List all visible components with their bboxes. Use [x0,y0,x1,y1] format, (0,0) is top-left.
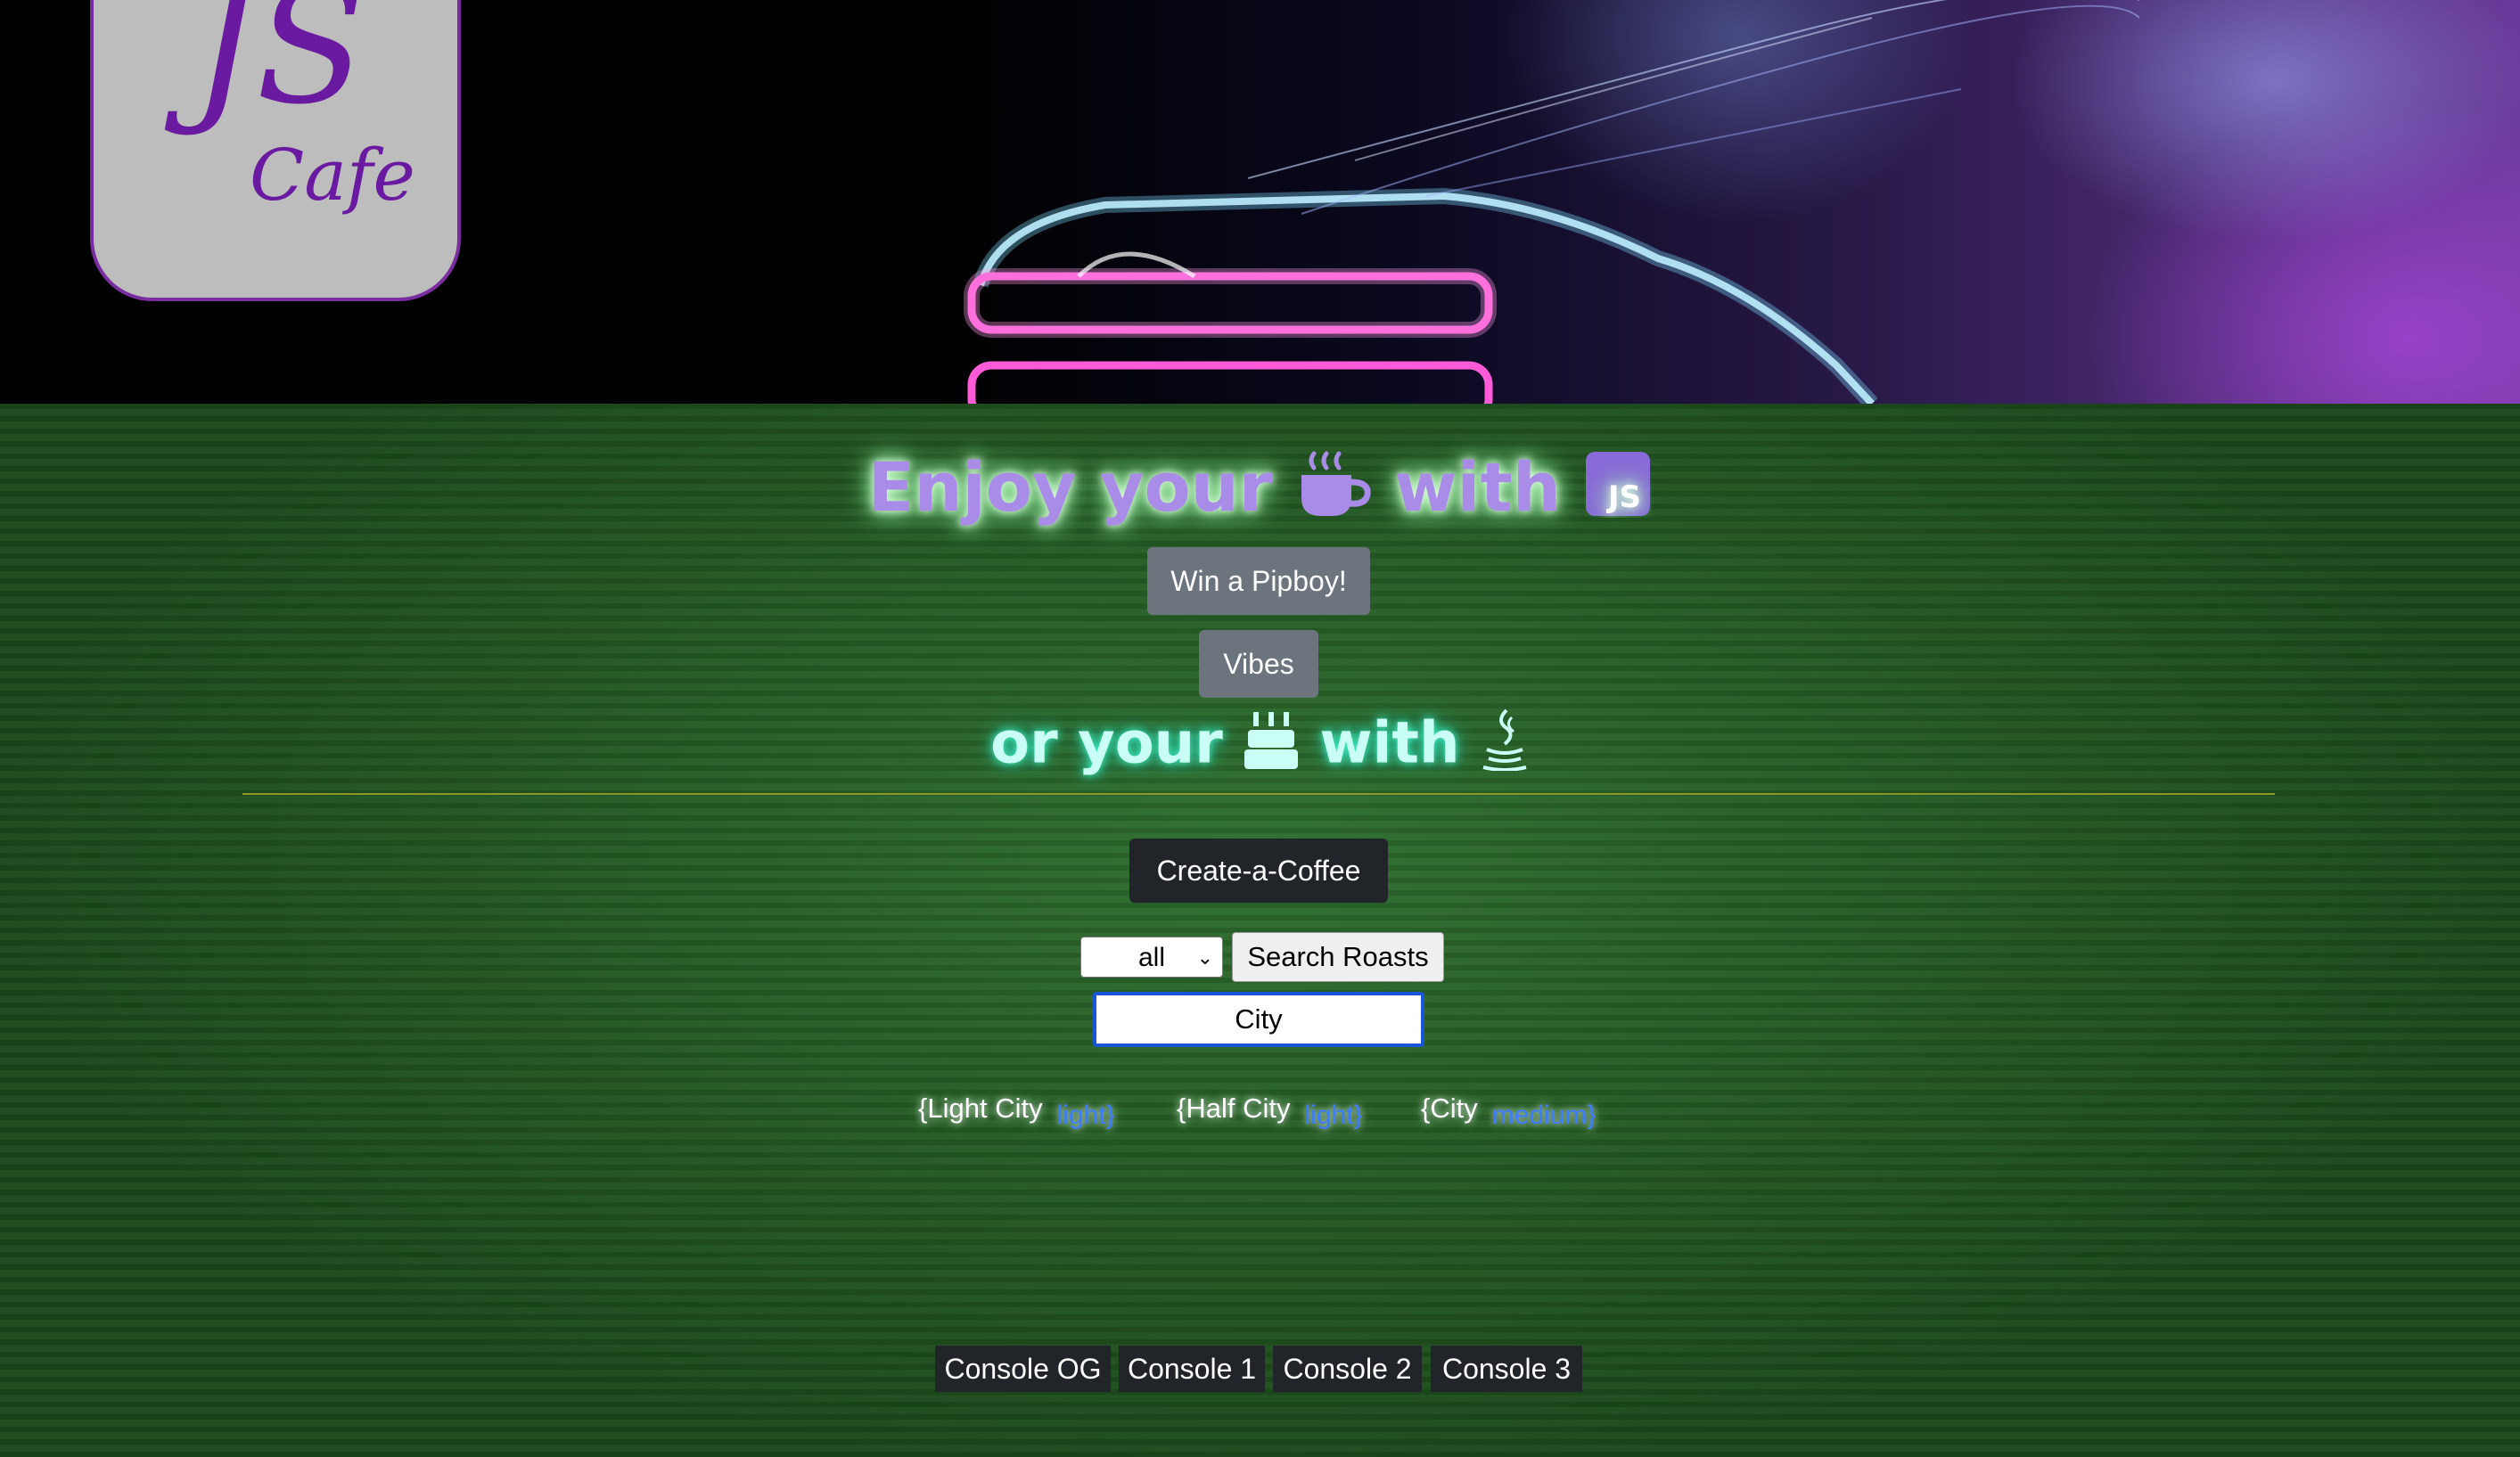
section-divider [242,793,2275,795]
coffee-name: {City [1421,1093,1478,1124]
vibes-button[interactable]: Vibes [1199,630,1318,698]
header-banner: JS Cafe [0,0,2520,404]
headline-java: or your with [0,708,2520,785]
js-badge-icon: JS [1584,450,1652,534]
list-item: {Half City light} [1177,1093,1363,1130]
headline-js: Enjoy your with JS [0,447,2520,536]
headline-java-mid: with [1319,710,1460,777]
console-og-button[interactable]: Console OG [935,1346,1111,1392]
roast-select-value: all [1137,943,1165,972]
coffee-name: {Half City [1177,1093,1291,1124]
create-a-coffee-button[interactable]: Create-a-Coffee [1129,839,1388,903]
list-item: {Light City light} [918,1093,1115,1130]
coffee-roast: light} [1056,1101,1115,1130]
light-streaks [1248,0,2139,215]
list-item: {City medium} [1421,1093,1596,1130]
js-badge-label: JS [1606,479,1641,515]
coffee-roast: light} [1304,1101,1363,1130]
console-1-button[interactable]: Console 1 [1119,1346,1265,1392]
chevron-down-icon: ⌄ [1196,946,1213,969]
coffee-roast: medium} [1491,1101,1597,1130]
console-2-button[interactable]: Console 2 [1273,1346,1422,1392]
logo-cafe-text: Cafe [250,134,415,217]
headline-js-mid: with [1394,447,1561,527]
java-logo-icon [1480,708,1530,785]
roast-select[interactable]: all ⌄ [1080,937,1223,978]
logo-js-text: JS [164,0,365,140]
coffee-list: {Light City light} {Half City light} {City… [0,1093,2520,1146]
console-3-button[interactable]: Console 3 [1431,1346,1582,1392]
coffee-cup-icon [1296,448,1371,536]
coffee-name: {Light City [918,1093,1043,1124]
cake-icon [1243,708,1300,785]
headline-java-pre: or your [990,710,1223,777]
logo-lettering: JS Cafe [164,0,415,217]
headline-js-pre: Enjoy your [867,447,1273,527]
win-pipboy-button[interactable]: Win a Pipboy! [1147,547,1370,615]
city-search-input[interactable] [1093,992,1424,1047]
js-cafe-logo[interactable]: JS Cafe [90,0,461,301]
search-roasts-button[interactable]: Search Roasts [1232,932,1444,982]
